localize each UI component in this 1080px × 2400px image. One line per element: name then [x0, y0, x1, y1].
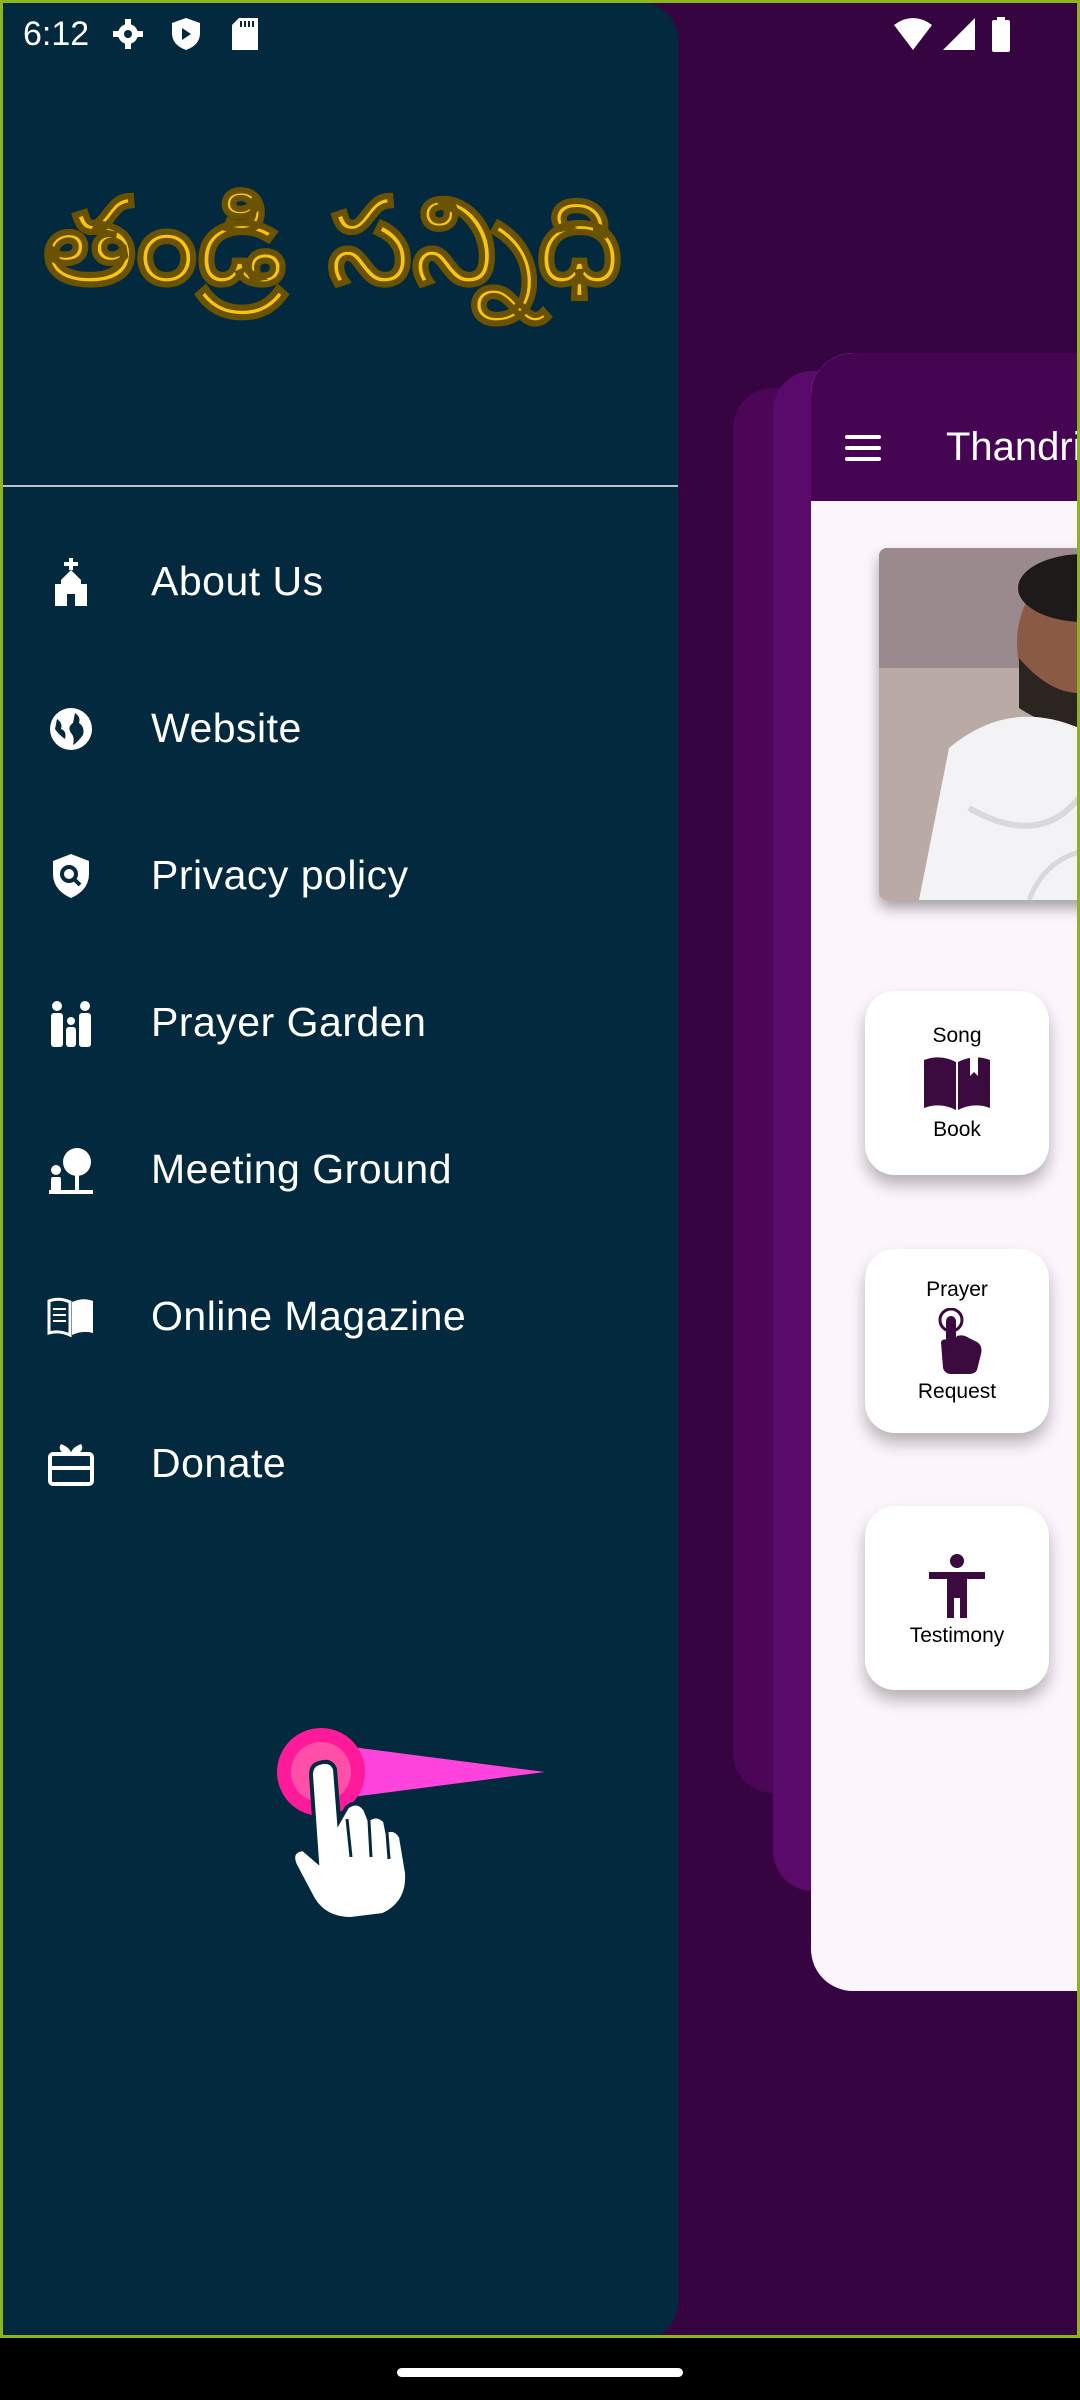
nav-label: Online Magazine	[151, 1293, 467, 1339]
nav-label: Website	[151, 705, 302, 751]
screen: Thandri Sannidhi Song Book	[0, 0, 1080, 2338]
sd-card-icon	[232, 18, 258, 50]
nav-item-about-us[interactable]: About Us	[3, 508, 678, 655]
nav-item-meeting-ground[interactable]: Meeting Ground	[3, 1096, 678, 1243]
battery-icon	[992, 17, 1010, 52]
nav-item-website[interactable]: Website	[3, 655, 678, 802]
swipe-gesture-hint-icon	[277, 1728, 545, 1922]
tap-hand-icon	[938, 1308, 982, 1374]
nav-label: Meeting Ground	[151, 1146, 453, 1192]
nav-label: Donate	[151, 1440, 287, 1486]
globe-icon	[50, 707, 92, 750]
cell-signal-icon	[943, 18, 975, 50]
pastor-photo	[879, 548, 1077, 900]
nav-item-privacy-policy[interactable]: Privacy policy	[3, 802, 678, 949]
song-book-tile[interactable]: Song Book	[865, 991, 1049, 1175]
tile-label-bottom: Request	[917, 1380, 997, 1403]
testimony-tile[interactable]: Testimony	[865, 1506, 1049, 1690]
family-icon	[51, 1000, 91, 1047]
church-icon	[55, 557, 87, 606]
status-time: 6:12	[23, 15, 90, 53]
tile-label-top: Prayer	[926, 1278, 988, 1301]
app-bar: Thandri Sannidhi	[811, 353, 1080, 501]
book-icon	[924, 1054, 990, 1110]
prayer-request-tile[interactable]: Prayer Request	[865, 1249, 1049, 1433]
navigation-drawer: తండ్రి సన్నిధి About Us Website Privacy …	[3, 3, 678, 2335]
tile-label-top: Song	[932, 1024, 982, 1047]
person-arms-open-icon	[929, 1554, 985, 1618]
open-book-icon	[47, 1297, 93, 1337]
gift-card-icon	[48, 1443, 94, 1486]
telugu-logo: తండ్రి సన్నిధి	[43, 172, 623, 328]
privacy-shield-icon	[53, 853, 89, 898]
gesture-nav-handle[interactable]	[397, 2368, 683, 2377]
settings-icon	[113, 19, 143, 49]
nav-item-donate[interactable]: Donate	[3, 1390, 678, 1537]
tile-label-bottom: Testimony	[909, 1624, 1005, 1647]
status-bar: 6:12	[3, 3, 1077, 67]
main-app-card: Thandri Sannidhi Song Book	[811, 353, 1080, 1991]
drawer-header: తండ్రి సన్నిధి	[3, 3, 678, 487]
svg-text:తండ్రి సన్నిధి: తండ్రి సన్నిధి	[43, 173, 622, 326]
nav-label: Privacy policy	[151, 852, 409, 898]
shield-icon	[172, 18, 200, 50]
wifi-icon	[894, 18, 932, 50]
nav-item-online-magazine[interactable]: Online Magazine	[3, 1243, 678, 1390]
tile-label-bottom: Book	[933, 1118, 981, 1141]
nav-item-prayer-garden[interactable]: Prayer Garden	[3, 949, 678, 1096]
hamburger-menu-icon[interactable]	[845, 435, 881, 465]
nav-label: About Us	[151, 558, 324, 604]
park-icon	[49, 1147, 93, 1194]
app-title: Thandri Sannidhi	[946, 425, 1080, 469]
nav-label: Prayer Garden	[151, 999, 427, 1045]
